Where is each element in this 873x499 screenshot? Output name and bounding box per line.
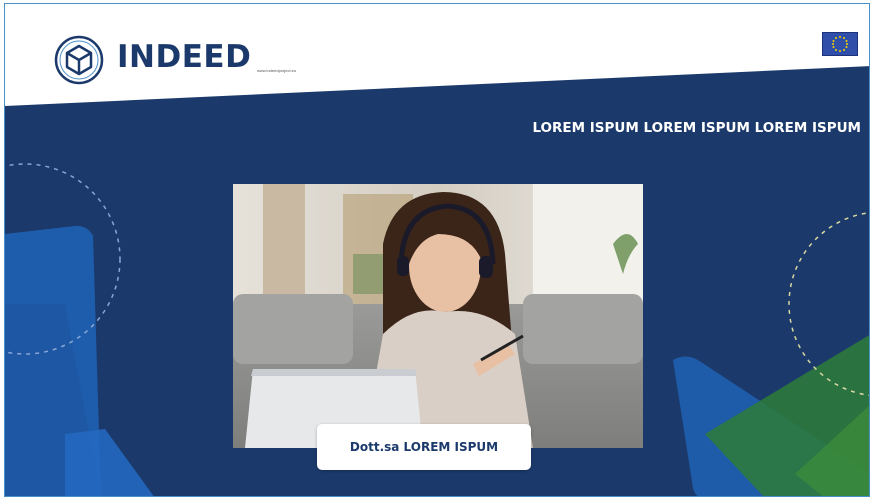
- brand-name[interactable]: INDEED: [117, 42, 251, 73]
- headline: LOREM ISPUM LOREM ISPUM LOREM ISPUM: [532, 120, 861, 136]
- eu-flag-icon: [822, 32, 858, 56]
- slide: INDEED www.indeedproject.eu LOREM ISPUM …: [4, 3, 870, 497]
- cube-hexagon-icon: [53, 34, 105, 86]
- woman-with-headset-laptop-photo: [233, 184, 643, 448]
- brand-url[interactable]: www.indeedproject.eu: [257, 69, 296, 73]
- caption-card: Dott.sa LOREM ISPUM: [317, 424, 531, 470]
- speaker-caption: Dott.sa LOREM ISPUM: [349, 440, 499, 454]
